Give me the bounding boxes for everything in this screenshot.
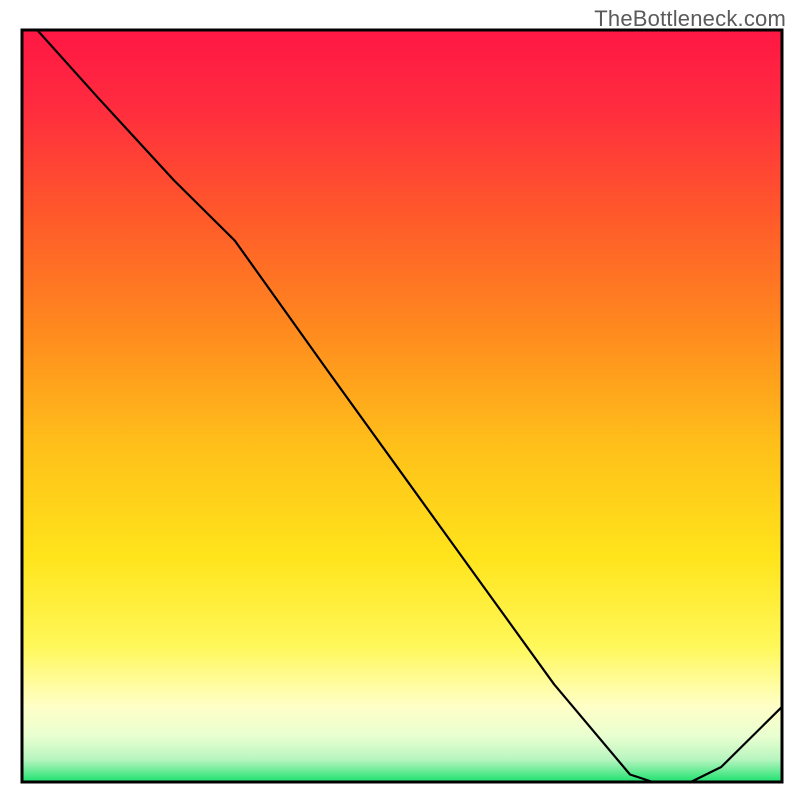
plot-background [22, 30, 782, 782]
bottleneck-chart [0, 0, 800, 800]
